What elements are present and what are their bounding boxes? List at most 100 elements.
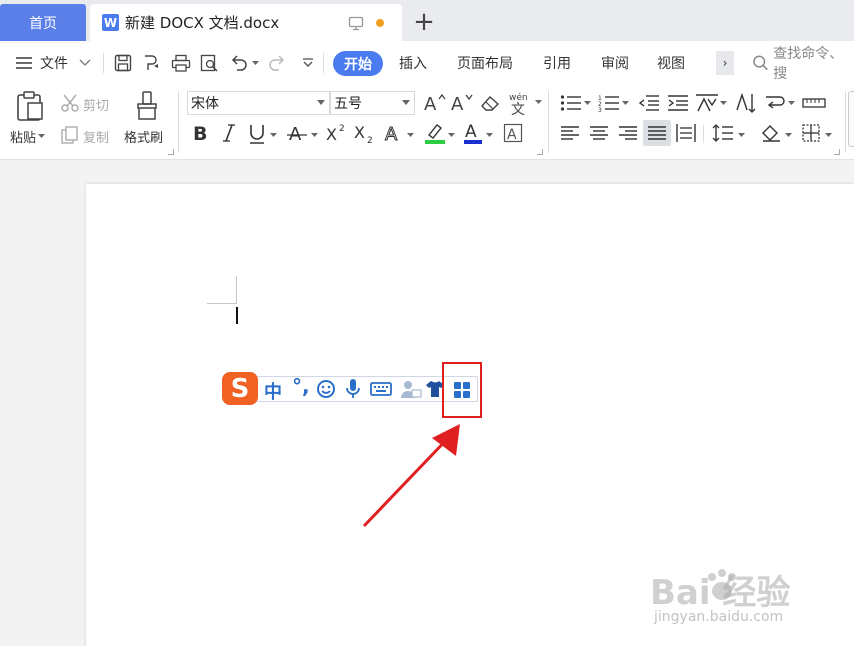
line-spacing-dropdown-icon[interactable] bbox=[738, 133, 745, 138]
home-tab[interactable]: 首页 bbox=[0, 4, 86, 41]
sort-icon[interactable] bbox=[735, 92, 757, 114]
monitor-icon[interactable] bbox=[348, 15, 364, 31]
increase-indent-icon[interactable] bbox=[667, 94, 689, 112]
tab-view[interactable]: 视图 bbox=[657, 41, 685, 85]
ime-punctuation-mode[interactable]: °, bbox=[292, 374, 310, 398]
svg-text:A: A bbox=[507, 127, 517, 143]
highlight-dropdown-icon[interactable] bbox=[448, 133, 455, 138]
text-cursor bbox=[236, 307, 238, 324]
chinese-layout-dropdown-icon[interactable] bbox=[720, 101, 727, 106]
file-menu[interactable]: 文件 bbox=[40, 41, 68, 85]
font-color-dropdown-icon[interactable] bbox=[486, 133, 493, 138]
copy-button[interactable]: 复制 bbox=[83, 127, 109, 146]
print-icon[interactable] bbox=[171, 54, 191, 72]
divider bbox=[548, 91, 549, 153]
align-right-icon[interactable] bbox=[618, 125, 638, 141]
svg-text:X: X bbox=[326, 125, 337, 143]
ruler-icon[interactable] bbox=[802, 95, 826, 111]
chevron-down-icon[interactable] bbox=[79, 59, 91, 67]
cut-button[interactable]: 剪切 bbox=[83, 95, 109, 114]
scissors-icon bbox=[61, 94, 79, 112]
line-spacing-icon[interactable] bbox=[712, 123, 734, 143]
decrease-font-size-icon[interactable]: A bbox=[451, 93, 473, 113]
phonetic-dropdown-icon[interactable] bbox=[535, 100, 542, 105]
underline-dropdown-icon[interactable] bbox=[270, 133, 277, 138]
text-effect-dropdown-icon[interactable] bbox=[407, 133, 414, 138]
tab-review[interactable]: 审阅 bbox=[601, 41, 629, 85]
shading-icon[interactable] bbox=[760, 123, 782, 143]
ribbon-toolbar: 粘贴 剪切 复制 格式刷 宋体 五号 A A wén 文 B A X 2 X 2… bbox=[0, 85, 854, 160]
format-painter-button[interactable]: 格式刷 bbox=[124, 127, 163, 146]
svg-text:A: A bbox=[385, 124, 398, 143]
bullet-dropdown-icon[interactable] bbox=[584, 101, 591, 106]
borders-dropdown-icon[interactable] bbox=[825, 133, 832, 138]
styles-gallery-edge[interactable] bbox=[848, 91, 854, 147]
svg-text:A: A bbox=[465, 122, 477, 142]
shading-dropdown-icon[interactable] bbox=[785, 133, 792, 138]
new-tab-button[interactable]: + bbox=[412, 7, 436, 37]
format-painter-icon[interactable] bbox=[135, 90, 159, 122]
chevron-down-icon bbox=[317, 100, 325, 105]
bold-icon[interactable]: B bbox=[192, 123, 210, 143]
subscript-icon[interactable]: X 2 bbox=[354, 123, 376, 145]
text-effect-icon[interactable]: A bbox=[384, 123, 404, 144]
borders-icon[interactable] bbox=[802, 124, 820, 142]
unsaved-indicator bbox=[376, 19, 384, 27]
line-break-dropdown-icon[interactable] bbox=[788, 101, 795, 106]
align-left-icon[interactable] bbox=[560, 125, 580, 141]
paragraph-group-launcher[interactable] bbox=[834, 149, 840, 155]
save-icon[interactable] bbox=[114, 54, 132, 72]
increase-font-size-icon[interactable]: A bbox=[424, 93, 446, 113]
character-border-icon[interactable]: A bbox=[503, 123, 523, 143]
wps-writer-icon: W bbox=[102, 14, 119, 31]
tab-home-start[interactable]: 开始 bbox=[333, 51, 383, 76]
user-account-icon[interactable] bbox=[400, 379, 422, 399]
command-search[interactable]: 查找命令、搜 bbox=[752, 41, 854, 85]
quick-access-dropdown-icon[interactable] bbox=[302, 57, 314, 69]
undo-icon[interactable] bbox=[230, 55, 248, 71]
paste-icon[interactable] bbox=[14, 90, 46, 122]
microphone-icon[interactable] bbox=[345, 378, 361, 400]
justify-icon[interactable] bbox=[647, 125, 667, 141]
font-name-select[interactable]: 宋体 bbox=[187, 91, 330, 115]
clipboard-group-launcher[interactable] bbox=[168, 149, 174, 155]
tab-page-layout[interactable]: 页面布局 bbox=[457, 41, 513, 85]
font-color-icon[interactable]: A bbox=[463, 121, 483, 145]
hamburger-menu-icon[interactable] bbox=[16, 56, 32, 70]
document-tab-title: 新建 DOCX 文档.docx bbox=[125, 14, 280, 32]
bullet-list-icon[interactable] bbox=[560, 94, 582, 112]
phonetic-guide-icon[interactable]: wén 文 bbox=[508, 91, 534, 115]
strikethrough-dropdown-icon[interactable] bbox=[311, 133, 318, 138]
line-break-icon[interactable] bbox=[764, 93, 786, 113]
decrease-indent-icon[interactable] bbox=[638, 94, 660, 112]
undo-dropdown-icon[interactable] bbox=[252, 61, 259, 66]
numbered-list-icon[interactable]: 1 2 3 bbox=[598, 94, 620, 112]
font-size-select[interactable]: 五号 bbox=[330, 91, 415, 115]
document-tab[interactable]: W 新建 DOCX 文档.docx bbox=[90, 4, 402, 41]
output-pdf-icon[interactable] bbox=[142, 54, 162, 72]
distributed-align-icon[interactable] bbox=[676, 123, 696, 143]
emoji-icon[interactable] bbox=[316, 379, 336, 399]
more-tabs-button[interactable]: › bbox=[716, 51, 734, 75]
svg-text:A: A bbox=[424, 94, 437, 113]
italic-icon[interactable] bbox=[222, 123, 236, 143]
font-group-launcher[interactable] bbox=[537, 149, 543, 155]
redo-icon[interactable] bbox=[268, 55, 286, 71]
highlight-icon[interactable] bbox=[424, 121, 446, 145]
strikethrough-icon[interactable]: A bbox=[287, 123, 307, 143]
sogou-logo-icon[interactable]: S bbox=[222, 372, 258, 405]
align-center-icon[interactable] bbox=[589, 125, 609, 141]
print-preview-icon[interactable] bbox=[200, 54, 220, 72]
chinese-layout-icon[interactable] bbox=[695, 93, 719, 113]
superscript-icon[interactable]: X 2 bbox=[326, 123, 348, 143]
underline-icon[interactable] bbox=[248, 123, 266, 145]
ime-chinese-mode[interactable]: 中 bbox=[264, 378, 282, 404]
paste-button[interactable]: 粘贴 bbox=[10, 127, 46, 146]
paste-dropdown-icon[interactable] bbox=[38, 134, 46, 139]
search-icon bbox=[753, 55, 768, 71]
keyboard-icon[interactable] bbox=[370, 382, 392, 396]
clear-format-icon[interactable] bbox=[480, 94, 502, 112]
tab-references[interactable]: 引用 bbox=[543, 41, 571, 85]
numbered-dropdown-icon[interactable] bbox=[622, 101, 629, 106]
tab-insert[interactable]: 插入 bbox=[399, 41, 427, 85]
